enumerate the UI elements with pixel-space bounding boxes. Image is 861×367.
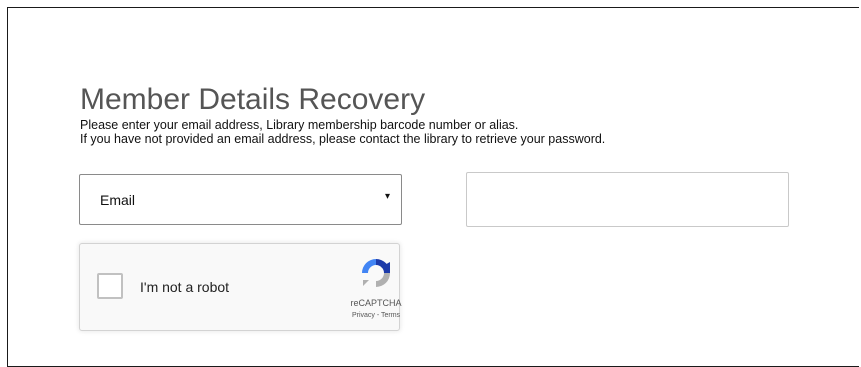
instruction-line-1: Please enter your email address, Library… bbox=[80, 118, 519, 132]
recaptcha-brand: reCAPTCHA bbox=[350, 298, 402, 308]
lookup-type-selected: Email bbox=[100, 192, 136, 208]
instruction-line-2: If you have not provided an email addres… bbox=[80, 132, 606, 146]
recaptcha-checkbox[interactable] bbox=[97, 273, 123, 299]
recaptcha-label: I'm not a robot bbox=[140, 279, 230, 295]
lookup-type-select[interactable]: Email ▾ bbox=[79, 174, 402, 225]
page-title: Member Details Recovery bbox=[80, 83, 426, 117]
chevron-down-icon: ▾ bbox=[384, 191, 390, 202]
recaptcha-widget: I'm not a robot reCAPTCHA Privacy - Term… bbox=[79, 243, 402, 331]
recaptcha-logo-icon bbox=[362, 259, 390, 287]
recaptcha-privacy-terms-links[interactable]: Privacy - Terms bbox=[335, 312, 417, 319]
instructions: Please enter your email address, Library… bbox=[80, 118, 605, 146]
lookup-value-input[interactable] bbox=[466, 172, 789, 227]
